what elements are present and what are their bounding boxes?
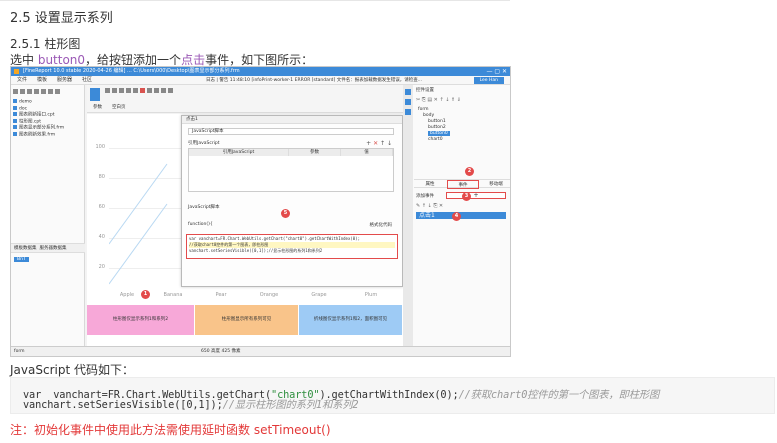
params-table: 引用JavaScript 参数 值: [188, 148, 394, 192]
menu-bar: 文件 模板 服务器 社区 日志 | 警告 11:48:10 [infoPrint-wo…: [11, 76, 510, 85]
window-title: [FineReport 10.0 stable 2020-04-26 编辑] .…: [23, 68, 240, 74]
tab-template-dataset: 模板数据集: [14, 246, 37, 251]
y-tick: 80: [98, 174, 105, 180]
menu-template: 模板: [37, 77, 48, 83]
x-tick: Banana: [163, 292, 183, 298]
event-dialog: 点击1 JavaScript脚本 引用JavaScript + ✕ ↑ ↓ 引用…: [181, 115, 403, 287]
code-block: var vanchart=FR.Chart.WebUtils.getChart(…: [10, 377, 775, 414]
menu-file: 文件: [17, 77, 28, 83]
y-tick: 40: [98, 234, 105, 240]
chart-line-preview: [109, 163, 168, 285]
tab-server-dataset: 服务器数据集: [39, 246, 67, 251]
step-badge: 1: [141, 290, 150, 299]
button0-preview: 折线图仅显示系列1和2，面积图可见: [299, 305, 403, 335]
event-toolbar: ✎ ↑ ↓ ⎘ ✕: [416, 203, 444, 209]
table-header: 参数: [289, 149, 341, 156]
script-editor: var vanchart=FR.Chart.WebUtils.getChart(…: [186, 234, 398, 259]
intro-suffix: 事件，如下图所示：: [205, 53, 314, 67]
widget-tree: form body button1 button2 button0 chart0: [418, 107, 450, 143]
script-type-select: JavaScript脚本: [188, 128, 394, 135]
note-text: 注：初始化事件中使用此方法需使用延时函数 setTimeout(): [10, 423, 331, 437]
designer-screenshot: [FineReport 10.0 stable 2020-04-26 编辑] .…: [10, 66, 511, 357]
function-label: function(){: [188, 222, 213, 227]
dataset-tabs: 模板数据集 服务器数据集: [11, 243, 85, 253]
x-tick: Grape: [311, 292, 327, 298]
step-badge: 4: [452, 212, 461, 221]
script-line: vanchart.setSeriesVisible([0,1]);//显示柱形图…: [189, 248, 323, 253]
dataset-item: BnT: [14, 257, 29, 262]
tab-blank: 空白页: [112, 105, 126, 110]
step-badge: 5: [281, 209, 290, 218]
params-toolbar: + ✕ ↑ ↓: [366, 140, 392, 147]
button1-preview: 柱形图仅显示系列1和系列2: [87, 305, 195, 335]
format-code-button: 格式化代码: [369, 223, 393, 228]
widget-node: chart0: [428, 137, 443, 142]
script-label: JavaScript脚本: [188, 205, 220, 210]
status-size: 650 高度 425 像素: [201, 349, 241, 354]
file-tree: demo doc 图表刷新接口.cpt 柱形图.cpt 图表显示部分系列.frm…: [13, 99, 64, 138]
left-panel: demo doc 图表刷新接口.cpt 柱形图.cpt 图表显示部分系列.frm…: [11, 85, 85, 347]
tab-events: 事件: [447, 180, 479, 189]
button-row: 柱形图仅显示系列1和系列2 柱形图显示所有系列可见 折线图仅显示系列1和2，面积…: [87, 305, 403, 335]
widget-toolbar: ✂ ⎘ ▤ ✕ ↑ ↓ ⇑ ⇓: [416, 97, 461, 103]
intro-prefix: 选中: [10, 53, 38, 67]
table-header: 值: [341, 149, 393, 156]
left-toolbar: [13, 89, 83, 96]
event-item: 点击1: [416, 212, 506, 219]
tree-item: 图表刷新效果.frm: [13, 132, 64, 139]
settings-tabs: 属性 事件 移动端: [414, 179, 510, 189]
intro-event-name: 点击: [181, 53, 206, 67]
tab-properties: 属性: [425, 182, 435, 187]
app-icon: [14, 69, 19, 74]
menu-server: 服务器: [57, 77, 73, 83]
toolbar-icons: [105, 88, 175, 94]
code-line-2: vanchart.setSeriesVisible([0,1]);//显示柱形图…: [23, 399, 359, 411]
section-title: 2.5 设置显示系列: [10, 11, 113, 26]
dialog-title: 点击1: [182, 116, 402, 124]
user-badge: Lee Han: [473, 77, 504, 84]
menu-community: 社区: [82, 77, 93, 83]
y-tick: 20: [98, 264, 105, 270]
y-tick: 100: [95, 144, 105, 150]
x-tick: Orange: [259, 292, 279, 298]
subsection-title: 2.5.1 柱形图: [10, 37, 81, 51]
x-tick: Apple: [119, 292, 135, 298]
intro-button-name: button0: [37, 53, 86, 67]
code-caption: JavaScript 代码如下：: [10, 363, 134, 377]
log-status: 日志 | 警告 11:48:10 [infoPrint-worker-1 ERR…: [206, 78, 422, 83]
step-badge: 3: [462, 192, 471, 201]
y-axis: 100 80 60 40 20: [91, 144, 105, 294]
y-tick: 60: [98, 204, 105, 210]
intro-middle: ，给按钮添加一个: [85, 53, 182, 67]
tree-item: 图表显示部分系列.frm: [13, 125, 64, 132]
params-label: 引用JavaScript: [188, 141, 220, 146]
x-tick: Plum: [364, 292, 378, 298]
side-strip: [403, 85, 413, 347]
step-badge: 2: [465, 167, 474, 176]
top-divider: [0, 0, 510, 1]
status-bar: form 650 高度 425 像素: [11, 346, 510, 356]
param-tabs: 参数 空白页: [93, 104, 136, 110]
window-titlebar: [FineReport 10.0 stable 2020-04-26 编辑] .…: [11, 67, 510, 76]
center-toolbar: 参数 空白页: [87, 85, 403, 113]
widget-settings-title: 控件设置: [416, 88, 434, 93]
tab-params: 参数: [93, 105, 102, 110]
window-controls-icon: — ▢ ✕: [486, 68, 507, 75]
status-form: form: [14, 349, 25, 354]
x-tick: Pear: [215, 292, 227, 298]
save-icon: [90, 88, 100, 101]
table-header: 引用JavaScript: [189, 149, 289, 156]
add-event-select: +: [446, 192, 506, 199]
x-axis: Apple Banana Pear Orange Grape Plum: [109, 292, 401, 300]
button2-preview: 柱形图显示所有系列可见: [195, 305, 299, 335]
tab-mobile: 移动端: [489, 182, 503, 187]
add-event-label: 添加事件: [416, 194, 434, 199]
